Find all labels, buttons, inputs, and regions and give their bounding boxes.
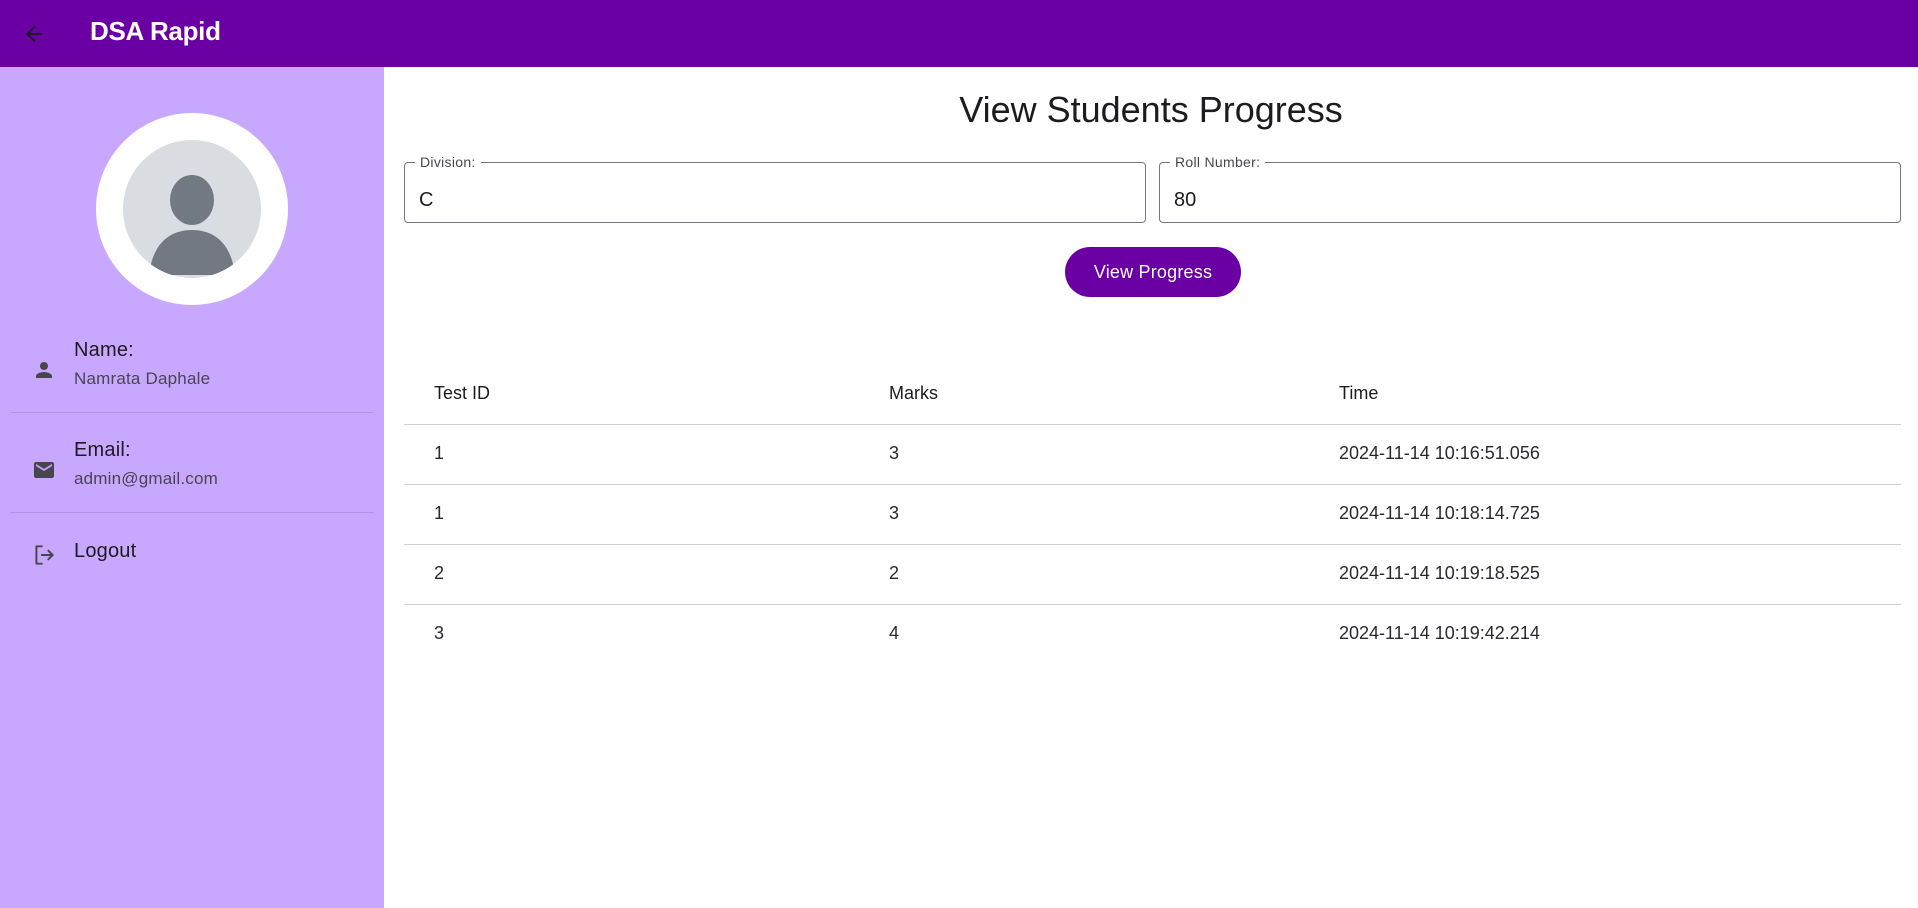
cell-marks: 3 — [889, 503, 900, 523]
page-title: View Students Progress — [959, 89, 1343, 130]
person-icon — [30, 356, 58, 384]
cell-marks: 3 — [889, 443, 900, 463]
view-progress-button[interactable]: View Progress — [1065, 247, 1241, 297]
cell-test-id: 1 — [434, 443, 445, 463]
mail-icon — [30, 456, 58, 484]
divider — [10, 412, 374, 413]
table-row: 3 4 2024-11-14 10:19:42.214 — [404, 605, 1901, 665]
email-value: admin@gmail.com — [74, 469, 219, 488]
cell-test-id: 2 — [434, 563, 445, 583]
app-bar: DSA Rapid — [0, 0, 1918, 67]
logout-button[interactable]: Logout — [10, 529, 374, 579]
table-header: Test ID Marks Time — [404, 365, 1901, 425]
cell-time: 2024-11-14 10:18:14.725 — [1339, 503, 1540, 523]
back-button[interactable] — [14, 14, 54, 54]
email-label: Email: — [74, 439, 131, 461]
column-header-marks: Marks — [889, 383, 938, 403]
name-label: Name: — [74, 339, 134, 361]
roll-number-field[interactable]: Roll Number: — [1159, 154, 1901, 223]
division-input[interactable] — [405, 163, 1145, 222]
table-row: 2 2 2024-11-14 10:19:18.525 — [404, 545, 1901, 605]
logout-label: Logout — [74, 540, 137, 562]
name-tile: Name: Namrata Daphale — [10, 339, 374, 409]
cell-marks: 2 — [889, 563, 900, 583]
roll-number-input[interactable] — [1160, 163, 1900, 222]
column-header-test-id: Test ID — [434, 383, 491, 403]
divider — [10, 512, 374, 513]
name-value: Namrata Daphale — [74, 369, 211, 388]
column-header-time: Time — [1339, 383, 1379, 403]
cell-time: 2024-11-14 10:16:51.056 — [1339, 443, 1540, 463]
table-row: 1 3 2024-11-14 10:18:14.725 — [404, 485, 1901, 545]
table-row: 1 3 2024-11-14 10:16:51.056 — [404, 425, 1901, 485]
division-field[interactable]: Division: — [404, 154, 1146, 223]
cell-marks: 4 — [889, 623, 900, 643]
sidebar: Name: Namrata Daphale Email: admin@gmail… — [0, 67, 384, 908]
logout-icon — [30, 541, 58, 569]
person-avatar-icon — [123, 140, 261, 278]
email-tile: Email: admin@gmail.com — [10, 439, 374, 509]
avatar-frame — [96, 113, 288, 305]
cell-time: 2024-11-14 10:19:18.525 — [1339, 563, 1540, 583]
cell-time: 2024-11-14 10:19:42.214 — [1339, 623, 1540, 643]
cell-test-id: 1 — [434, 503, 445, 523]
arrow-back-icon — [26, 26, 42, 42]
cell-test-id: 3 — [434, 623, 445, 643]
app-title: DSA Rapid — [90, 16, 221, 46]
main-content: View Students Progress Division: Roll Nu… — [384, 67, 1918, 908]
